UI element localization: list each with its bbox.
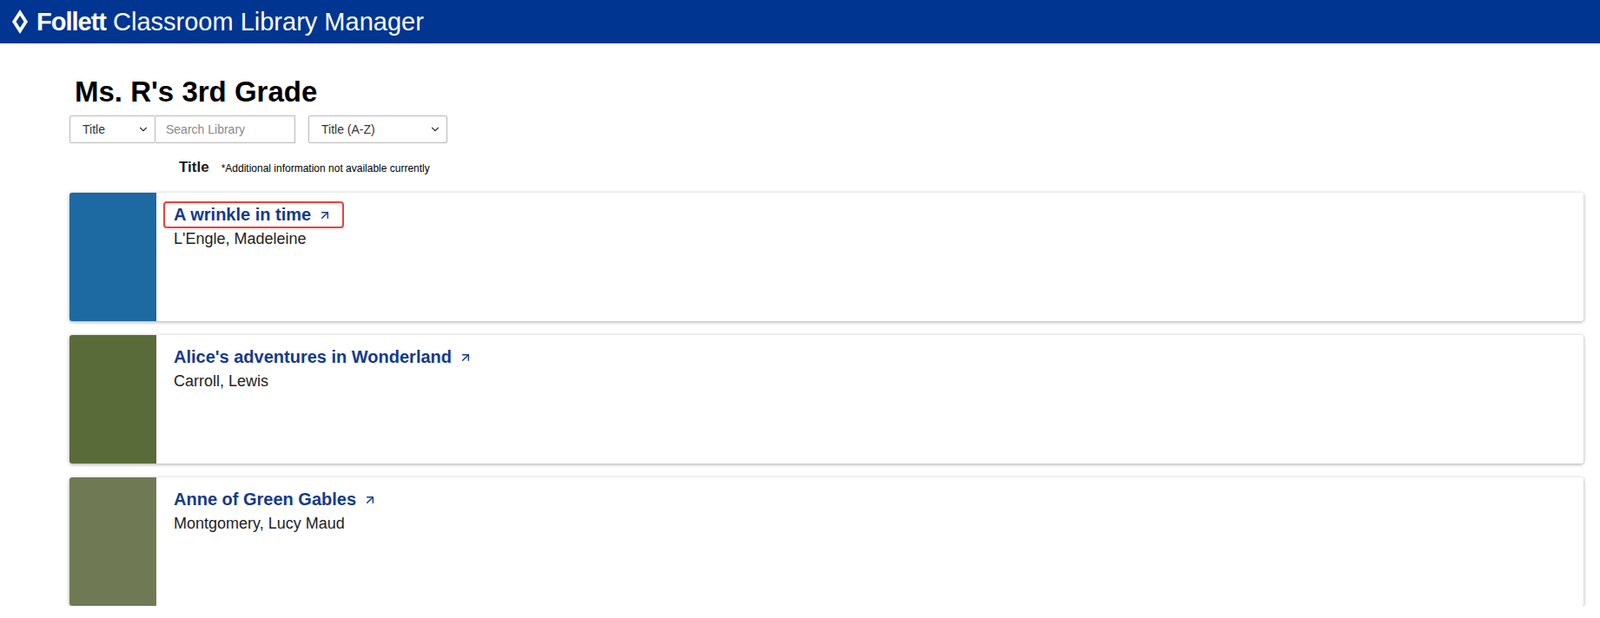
- book-author: Montgomery, Lucy Maud: [173, 515, 345, 534]
- info-note: *Additional information not available cu…: [221, 162, 430, 175]
- book-cover: [69, 477, 157, 607]
- book-cover: [69, 335, 157, 464]
- column-label: Title: [178, 158, 210, 177]
- book-title-link[interactable]: Alice's adventures in Wonderland: [163, 343, 485, 371]
- book-title-link[interactable]: Anne of Green Gables: [163, 486, 390, 514]
- product-name: Classroom Library Manager: [112, 7, 424, 37]
- book-author: Carroll, Lewis: [173, 372, 269, 391]
- brand-name: Follett: [36, 7, 106, 37]
- book-card: A wrinkle in timeL'Engle, Madeleine: [69, 192, 1584, 322]
- search-input[interactable]: [155, 115, 296, 144]
- search-toolbar: Title Title (A-Z): [69, 115, 1584, 144]
- sort-select[interactable]: Title (A-Z): [308, 115, 448, 144]
- book-list: A wrinkle in timeL'Engle, Madeleine Alice…: [69, 192, 1584, 607]
- follett-logo-icon: [10, 8, 30, 35]
- book-author: L'Engle, Madeleine: [173, 230, 307, 249]
- external-link-icon: [317, 208, 332, 223]
- book-info: Alice's adventures in WonderlandCarroll,…: [156, 335, 485, 464]
- chevron-down-icon: [429, 123, 442, 136]
- main-content: Ms. R's 3rd Grade Title Title (A-Z) Title *A…: [0, 74, 1600, 607]
- chevron-down-icon: [137, 123, 150, 136]
- book-info: Anne of Green GablesMontgomery, Lucy Mau…: [156, 477, 390, 607]
- page-title: Ms. R's 3rd Grade: [74, 74, 1584, 110]
- book-info: A wrinkle in timeL'Engle, Madeleine: [156, 192, 344, 322]
- book-card: Anne of Green GablesMontgomery, Lucy Mau…: [69, 477, 1584, 607]
- external-link-icon: [363, 493, 377, 508]
- external-link-icon: [458, 350, 473, 365]
- book-cover: [69, 192, 157, 322]
- app-header: FollettClassroom Library Manager: [0, 0, 1600, 44]
- field-select[interactable]: Title: [69, 115, 156, 144]
- book-title-link[interactable]: A wrinkle in time: [163, 201, 344, 229]
- book-card: Alice's adventures in WonderlandCarroll,…: [69, 335, 1584, 464]
- list-header: Title *Additional information not availab…: [178, 158, 1584, 184]
